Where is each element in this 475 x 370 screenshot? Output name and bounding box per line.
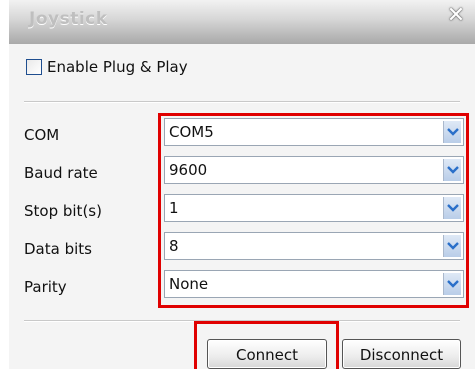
- chevron-down-icon[interactable]: [443, 159, 461, 181]
- data-bits-label: Data bits: [24, 240, 92, 258]
- com-select[interactable]: COM5: [164, 118, 464, 146]
- chevron-down-icon[interactable]: [443, 235, 461, 257]
- parity-value: None: [169, 275, 209, 293]
- joystick-dialog: Joystick ✕ Enable Plug & Play COM COM5 B…: [0, 0, 475, 369]
- stop-bits-select[interactable]: 1: [164, 194, 464, 222]
- parity-select[interactable]: None: [164, 270, 464, 298]
- chevron-down-icon[interactable]: [443, 197, 461, 219]
- connect-button[interactable]: Connect: [207, 339, 327, 369]
- plug-play-checkbox[interactable]: [26, 59, 42, 75]
- data-bits-value: 8: [169, 237, 179, 255]
- baud-rate-value: 9600: [169, 161, 208, 179]
- close-icon[interactable]: ✕: [443, 3, 469, 29]
- com-value: COM5: [169, 123, 214, 141]
- parity-label: Parity: [24, 278, 67, 296]
- window-title: Joystick: [29, 9, 108, 29]
- plug-play-option[interactable]: Enable Plug & Play: [26, 58, 188, 76]
- separator-top: [24, 101, 460, 103]
- stop-bits-value: 1: [169, 199, 179, 217]
- separator-bottom: [24, 320, 460, 322]
- disconnect-button[interactable]: Disconnect: [342, 339, 461, 369]
- com-label: COM: [24, 126, 60, 144]
- title-bar[interactable]: Joystick ✕: [9, 0, 475, 44]
- baud-rate-select[interactable]: 9600: [164, 156, 464, 184]
- stop-bits-label: Stop bit(s): [24, 202, 102, 220]
- baud-rate-label: Baud rate: [24, 164, 98, 182]
- chevron-down-icon[interactable]: [443, 273, 461, 295]
- chevron-down-icon[interactable]: [443, 121, 461, 143]
- data-bits-select[interactable]: 8: [164, 232, 464, 260]
- plug-play-label: Enable Plug & Play: [47, 58, 188, 76]
